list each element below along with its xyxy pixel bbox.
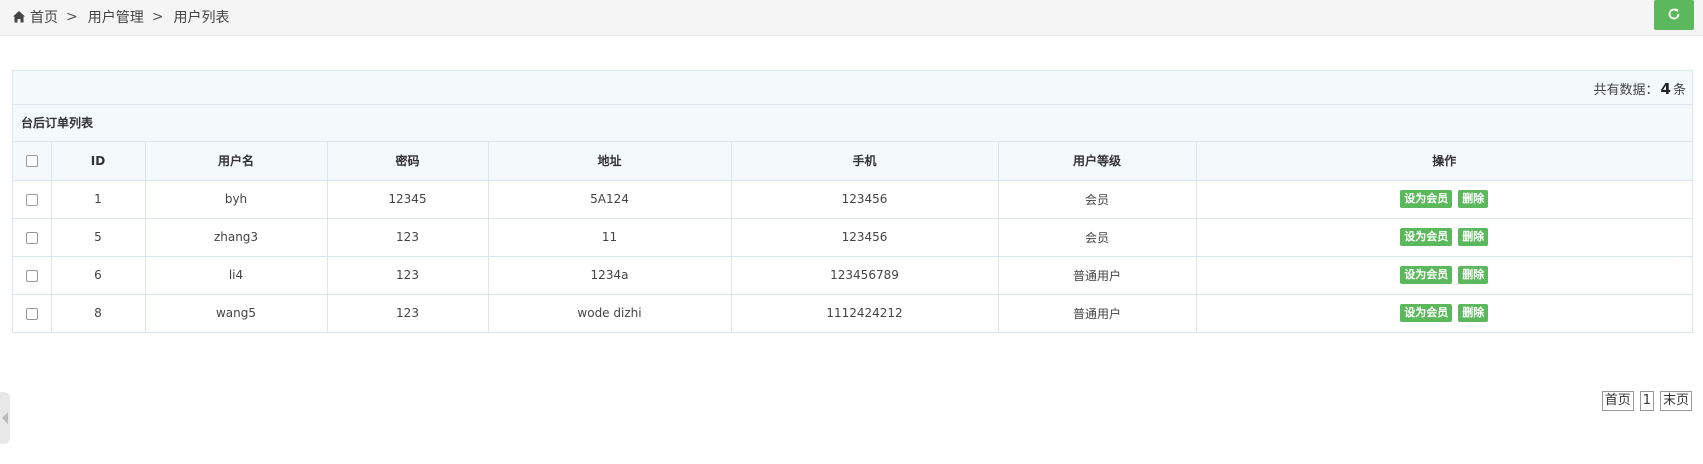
pagination: 首页 1 末页 bbox=[1601, 391, 1692, 411]
row-checkbox[interactable] bbox=[25, 231, 38, 244]
sidebar-toggle[interactable] bbox=[0, 392, 10, 444]
cell-level: 会员 bbox=[997, 179, 1197, 219]
column-header: 地址 bbox=[487, 142, 732, 181]
cell-id: 5 bbox=[50, 217, 146, 257]
panel-title: 台后订单列表 bbox=[13, 105, 1692, 142]
set-member-button[interactable]: 设为会员 bbox=[1400, 190, 1453, 208]
column-header: 操作 bbox=[1195, 142, 1692, 181]
delete-button[interactable]: 删除 bbox=[1458, 304, 1489, 323]
home-icon bbox=[12, 10, 26, 24]
select-all-cell bbox=[13, 142, 52, 181]
pagination-first-button[interactable]: 首页 bbox=[1601, 391, 1634, 411]
breadcrumb-separator: > bbox=[151, 9, 164, 25]
cell-password: 12345 bbox=[326, 179, 489, 219]
cell-actions: 设为会员 删除 bbox=[1195, 293, 1692, 332]
cell-actions: 设为会员 删除 bbox=[1195, 255, 1692, 295]
table-row: 1 byh 12345 5A124 123456 会员 设为会员 删除 bbox=[13, 179, 1692, 219]
pagination-last-button[interactable]: 末页 bbox=[1659, 391, 1692, 411]
delete-button[interactable]: 删除 bbox=[1458, 266, 1489, 284]
cell-id: 8 bbox=[50, 293, 146, 332]
table-row: 8 wang5 123 wode dizhi 1112424212 普通用户 设… bbox=[13, 293, 1692, 332]
delete-button[interactable]: 删除 bbox=[1458, 228, 1489, 246]
total-count: 共有数据： 4 条 bbox=[1594, 79, 1686, 98]
cell-username: zhang3 bbox=[144, 217, 328, 257]
row-select-cell bbox=[13, 293, 52, 332]
user-list-panel: 共有数据： 4 条 台后订单列表 ID 用户名 密码 地址 手机 用户等级 操作 1… bbox=[12, 70, 1693, 333]
cell-phone: 123456 bbox=[730, 179, 999, 219]
set-member-button[interactable]: 设为会员 bbox=[1400, 228, 1453, 246]
cell-level: 会员 bbox=[997, 217, 1197, 257]
cell-id: 6 bbox=[50, 255, 146, 295]
cell-address: 11 bbox=[487, 217, 732, 257]
total-number: 4 bbox=[1660, 80, 1671, 98]
total-prefix: 共有数据： bbox=[1593, 83, 1659, 98]
panel-summary-bar: 共有数据： 4 条 bbox=[13, 71, 1692, 105]
row-checkbox[interactable] bbox=[25, 269, 38, 282]
column-header: 密码 bbox=[326, 142, 489, 181]
cell-password: 123 bbox=[326, 293, 489, 332]
row-checkbox[interactable] bbox=[25, 307, 38, 320]
cell-username: li4 bbox=[144, 255, 328, 295]
set-member-button[interactable]: 设为会员 bbox=[1400, 266, 1453, 284]
row-select-cell bbox=[13, 217, 52, 257]
set-member-button[interactable]: 设为会员 bbox=[1400, 304, 1453, 323]
cell-level: 普通用户 bbox=[997, 255, 1197, 295]
cell-id: 1 bbox=[50, 179, 146, 219]
cell-address: wode dizhi bbox=[487, 293, 732, 332]
table-row: 6 li4 123 1234a 123456789 普通用户 设为会员 删除 bbox=[13, 255, 1692, 295]
row-select-cell bbox=[13, 255, 52, 295]
cell-address: 1234a bbox=[487, 255, 732, 295]
user-table: ID 用户名 密码 地址 手机 用户等级 操作 1 byh 12345 5A12… bbox=[13, 142, 1692, 332]
cell-actions: 设为会员 删除 bbox=[1195, 217, 1692, 257]
breadcrumb-user-management-link[interactable]: 用户管理 bbox=[88, 7, 144, 27]
table-header-row: ID 用户名 密码 地址 手机 用户等级 操作 bbox=[13, 142, 1692, 181]
select-all-checkbox[interactable] bbox=[25, 155, 38, 168]
refresh-icon bbox=[1667, 7, 1681, 24]
cell-address: 5A124 bbox=[487, 179, 732, 219]
column-header: 手机 bbox=[730, 142, 999, 181]
cell-actions: 设为会员 删除 bbox=[1195, 179, 1692, 219]
refresh-button[interactable] bbox=[1654, 0, 1694, 30]
cell-username: byh bbox=[144, 179, 328, 219]
breadcrumb: 首页 > 用户管理 > 用户列表 bbox=[12, 7, 229, 27]
cell-level: 普通用户 bbox=[997, 293, 1197, 332]
cell-username: wang5 bbox=[144, 293, 328, 332]
cell-phone: 1112424212 bbox=[730, 293, 999, 332]
cell-phone: 123456789 bbox=[730, 255, 999, 295]
pagination-page-1[interactable]: 1 bbox=[1639, 391, 1654, 411]
top-bar: 首页 > 用户管理 > 用户列表 bbox=[0, 0, 1703, 36]
breadcrumb-current: 用户列表 bbox=[173, 10, 230, 26]
breadcrumb-home-link[interactable]: 首页 bbox=[30, 7, 58, 27]
total-suffix: 条 bbox=[1672, 83, 1686, 98]
row-select-cell bbox=[13, 179, 52, 219]
cell-phone: 123456 bbox=[730, 217, 999, 257]
collapse-left-icon bbox=[2, 412, 8, 424]
row-checkbox[interactable] bbox=[25, 193, 38, 206]
column-header: ID bbox=[50, 142, 146, 181]
cell-password: 123 bbox=[326, 217, 489, 257]
breadcrumb-separator: > bbox=[66, 9, 78, 25]
column-header: 用户等级 bbox=[997, 142, 1197, 181]
cell-password: 123 bbox=[326, 255, 489, 295]
column-header: 用户名 bbox=[144, 142, 328, 181]
table-row: 5 zhang3 123 11 123456 会员 设为会员 删除 bbox=[13, 217, 1692, 257]
delete-button[interactable]: 删除 bbox=[1458, 190, 1489, 208]
